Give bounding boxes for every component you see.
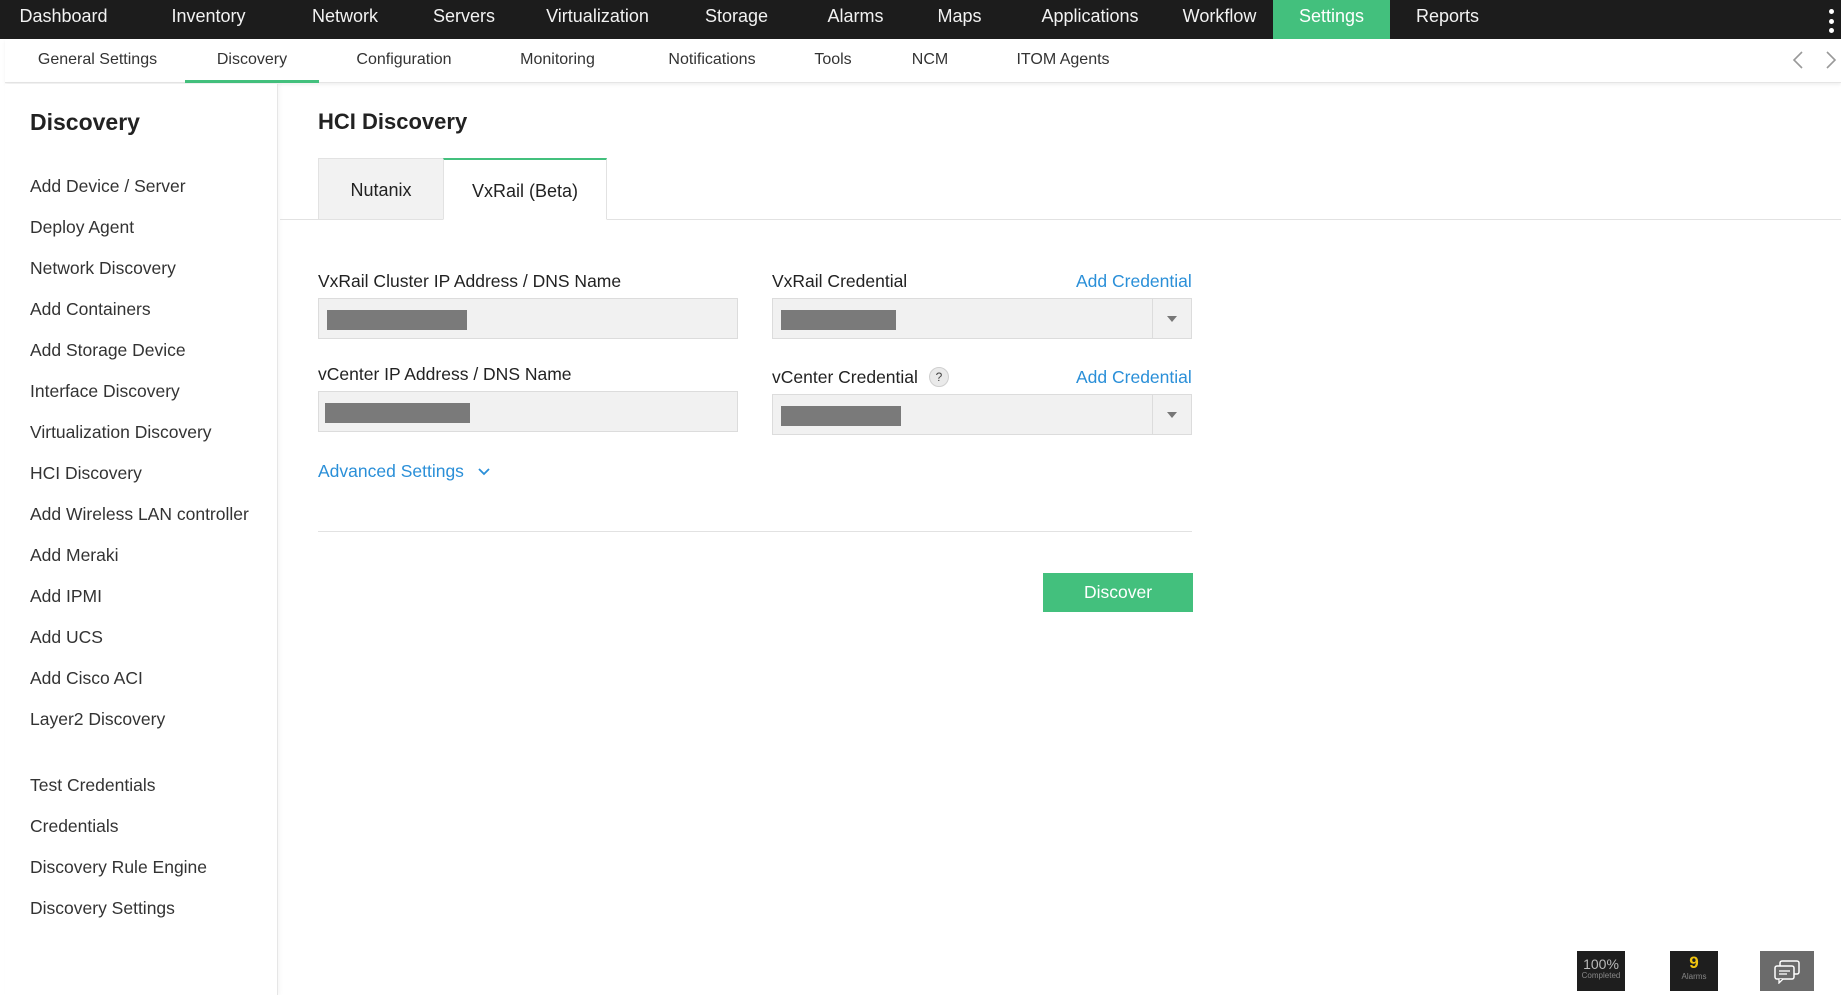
sidebar-item-add-meraki[interactable]: Add Meraki <box>30 545 119 566</box>
vcenter-credential-label: vCenter Credential <box>772 367 918 387</box>
nav-workflow[interactable]: Workflow <box>1166 0 1273 39</box>
nav-servers[interactable]: Servers <box>400 0 528 39</box>
discover-button[interactable]: Discover <box>1043 573 1193 612</box>
sidebar-item-layer2-discovery[interactable]: Layer2 Discovery <box>30 709 165 730</box>
vcenter-credential-select[interactable] <box>772 394 1192 435</box>
chevron-down-icon[interactable] <box>476 464 492 480</box>
sidebar-item-add-ipmi[interactable]: Add IPMI <box>30 586 102 607</box>
sidebar-item-add-ucs[interactable]: Add UCS <box>30 627 103 648</box>
nav-applications[interactable]: Applications <box>1014 0 1166 39</box>
sidebar-item-add-device-server[interactable]: Add Device / Server <box>30 176 186 197</box>
alarms-label: Alarms <box>1681 972 1707 981</box>
vxrail-credential-label: VxRail Credential <box>772 271 908 291</box>
vxrail-add-credential-link[interactable]: Add Credential <box>1076 271 1192 292</box>
subnav-monitoring[interactable]: Monitoring <box>493 39 622 83</box>
sidebar-item-add-storage-device[interactable]: Add Storage Device <box>30 340 186 361</box>
vcenter-ip-input[interactable] <box>318 391 738 432</box>
tab-vxrail-beta[interactable]: VxRail (Beta) <box>443 158 607 220</box>
subnav-general-settings[interactable]: General Settings <box>5 39 190 83</box>
subnav-itom-agents[interactable]: ITOM Agents <box>1003 39 1123 83</box>
sidebar-item-add-wireless-lan-controller[interactable]: Add Wireless LAN controller <box>30 504 249 525</box>
nav-alarms[interactable]: Alarms <box>806 0 905 39</box>
cluster-ip-input[interactable] <box>318 298 738 339</box>
redacted-value <box>781 406 901 426</box>
settings-subnav: General Settings Discovery Configuration… <box>5 39 1841 83</box>
vxrail-credential-select[interactable] <box>772 298 1192 339</box>
chevron-down-icon <box>1152 395 1191 434</box>
nav-storage[interactable]: Storage <box>667 0 806 39</box>
sidebar-item-hci-discovery[interactable]: HCI Discovery <box>30 463 142 484</box>
chat-icon[interactable] <box>1760 951 1814 991</box>
cluster-ip-label: VxRail Cluster IP Address / DNS Name <box>318 271 622 291</box>
sidebar-item-network-discovery[interactable]: Network Discovery <box>30 258 176 279</box>
sidebar-item-interface-discovery[interactable]: Interface Discovery <box>30 381 180 402</box>
nav-maps[interactable]: Maps <box>905 0 1014 39</box>
advanced-settings-toggle[interactable]: Advanced Settings <box>318 461 464 482</box>
subnav-notifications[interactable]: Notifications <box>642 39 782 83</box>
chevron-left-icon[interactable] <box>1789 49 1809 71</box>
chevron-down-icon <box>1152 299 1191 338</box>
sidebar-item-test-credentials[interactable]: Test Credentials <box>30 775 155 796</box>
redacted-value <box>781 310 896 330</box>
nav-network[interactable]: Network <box>290 0 400 39</box>
discovery-sidebar: Discovery Add Device / Server Deploy Age… <box>5 84 278 995</box>
alarms-widget[interactable]: 9 Alarms <box>1670 951 1718 991</box>
chevron-right-icon[interactable] <box>1820 49 1840 71</box>
sidebar-item-virtualization-discovery[interactable]: Virtualization Discovery <box>30 422 212 443</box>
vcenter-add-credential-link[interactable]: Add Credential <box>1076 367 1192 388</box>
top-navigation: Dashboard Inventory Network Servers Virt… <box>0 0 1841 39</box>
form-divider <box>318 531 1192 532</box>
subnav-ncm[interactable]: NCM <box>890 39 970 83</box>
redacted-value <box>325 403 470 423</box>
nav-dashboard[interactable]: Dashboard <box>0 0 127 39</box>
sidebar-title: Discovery <box>30 109 140 135</box>
subnav-tools[interactable]: Tools <box>793 39 873 83</box>
nav-virtualization[interactable]: Virtualization <box>528 0 667 39</box>
sidebar-item-discovery-rule-engine[interactable]: Discovery Rule Engine <box>30 857 207 878</box>
vcenter-ip-label: vCenter IP Address / DNS Name <box>318 364 572 384</box>
sidebar-item-add-cisco-aci[interactable]: Add Cisco ACI <box>30 668 143 689</box>
progress-label: Completed <box>1581 971 1621 980</box>
redacted-value <box>327 310 467 330</box>
page-title: HCI Discovery <box>318 109 468 134</box>
sidebar-item-add-containers[interactable]: Add Containers <box>30 299 151 320</box>
nav-settings[interactable]: Settings <box>1273 0 1390 39</box>
sidebar-item-credentials[interactable]: Credentials <box>30 816 119 837</box>
nav-reports[interactable]: Reports <box>1390 0 1505 39</box>
subnav-discovery[interactable]: Discovery <box>185 39 319 83</box>
kebab-menu-icon[interactable] <box>1829 9 1835 33</box>
subnav-configuration[interactable]: Configuration <box>333 39 475 83</box>
nav-inventory[interactable]: Inventory <box>127 0 290 39</box>
sidebar-item-discovery-settings[interactable]: Discovery Settings <box>30 898 175 919</box>
help-icon[interactable]: ? <box>929 367 949 387</box>
alarms-count: 9 <box>1689 953 1699 972</box>
tab-nutanix[interactable]: Nutanix <box>318 158 443 220</box>
discovery-progress-widget[interactable]: 100% Completed <box>1577 951 1625 991</box>
progress-value: 100% <box>1583 956 1619 972</box>
sidebar-item-deploy-agent[interactable]: Deploy Agent <box>30 217 134 238</box>
